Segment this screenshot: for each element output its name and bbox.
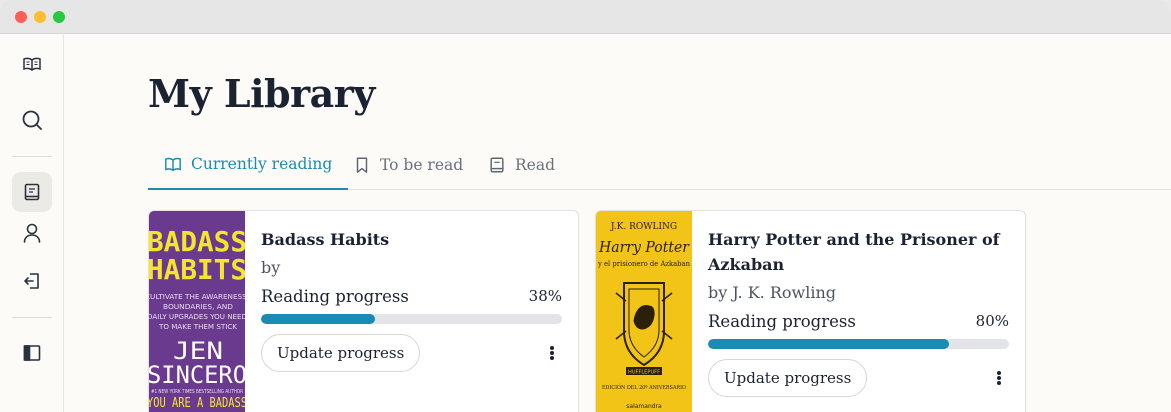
book-card-body: Badass Habits by Reading progress 38% Up… — [261, 227, 562, 372]
page-title: My Library — [148, 71, 375, 116]
book-cover: J.K. ROWLING Harry Potter y el prisioner… — [596, 211, 692, 412]
progress-bar — [708, 339, 1009, 349]
sidebar-toggle-button[interactable] — [12, 333, 52, 373]
progress-percent: 80% — [975, 312, 1009, 330]
tab-label: Read — [515, 156, 556, 174]
minimize-window-button[interactable] — [34, 11, 46, 23]
cover-subtitle-line: y el prisionero de Azkaban — [597, 260, 690, 268]
sidebar-item-library[interactable] — [12, 172, 52, 212]
book-cover: BADASS HABITS CULTIVATE THE AWARENESS, B… — [149, 211, 245, 412]
sidebar-item-search[interactable] — [12, 100, 52, 140]
progress-bar-fill — [708, 339, 949, 349]
close-window-button[interactable] — [15, 11, 27, 23]
cover-subtitle-line: DAILY UPGRADES YOU NEED — [149, 313, 245, 321]
closed-book-icon — [490, 157, 504, 173]
card-actions: Update progress — [261, 334, 562, 372]
progress-bar — [261, 314, 562, 324]
cover-edition-line: EDICIÓN DEL 20º ANIVERSARIO — [602, 383, 686, 391]
cover-title-line: HABITS — [149, 253, 245, 286]
maximize-window-button[interactable] — [53, 11, 65, 23]
search-icon — [22, 110, 42, 130]
tab-label: Currently reading — [191, 155, 333, 173]
more-options-icon[interactable] — [546, 344, 558, 362]
progress-row: Reading progress 80% — [708, 312, 1009, 334]
cover-tagline: YOU ARE A BADASS — [149, 396, 245, 411]
progress-bar-fill — [261, 314, 376, 324]
book-title[interactable]: Harry Potter and the Prisoner of Azkaban — [708, 227, 1009, 277]
library-tabs: Currently reading To be read Read — [148, 140, 1171, 190]
tab-read[interactable]: Read — [488, 140, 555, 190]
cover-tagline: #1 NEW YORK TIMES BESTSELLING AUTHOR — [151, 389, 243, 395]
cover-subtitle-line: CULTIVATE THE AWARENESS, — [149, 293, 245, 301]
sidebar-item-logout[interactable] — [12, 261, 52, 301]
book-title[interactable]: Badass Habits — [261, 227, 562, 252]
tab-label: To be read — [380, 156, 464, 174]
title-bar — [0, 0, 1171, 34]
book-card[interactable]: J.K. ROWLING Harry Potter y el prisioner… — [595, 210, 1026, 412]
tab-to-be-read[interactable]: To be read — [353, 140, 463, 190]
bookmark-icon — [356, 157, 368, 173]
sidebar-divider — [12, 156, 52, 157]
sidebar — [0, 35, 64, 412]
progress-row: Reading progress 38% — [261, 287, 562, 309]
app-window: My Library Currently reading To be read — [0, 0, 1171, 412]
tab-currently-reading[interactable]: Currently reading — [148, 140, 349, 190]
cover-title-line: Harry Potter — [598, 238, 690, 256]
book-author: by J. K. Rowling — [708, 283, 836, 302]
cover-author-line: J.K. ROWLING — [610, 222, 677, 232]
progress-label: Reading progress — [708, 312, 856, 331]
book-card[interactable]: BADASS HABITS CULTIVATE THE AWARENESS, B… — [148, 210, 579, 412]
sidebar-toggle-icon — [23, 345, 41, 361]
cover-author-line: SINCERO — [149, 361, 245, 389]
book-author: by — [261, 258, 281, 277]
progress-percent: 38% — [528, 287, 562, 305]
main-content: My Library Currently reading To be read — [64, 35, 1171, 412]
logout-icon — [24, 273, 39, 289]
open-book-icon — [165, 157, 181, 172]
update-progress-button[interactable]: Update progress — [261, 334, 421, 372]
cover-house-label: HUFFLEPUFF — [628, 370, 660, 376]
progress-label: Reading progress — [261, 287, 409, 306]
book-card-body: Harry Potter and the Prisoner of Azkaban… — [708, 227, 1009, 397]
cover-publisher: salamandra — [626, 403, 662, 410]
open-book-icon — [23, 57, 41, 71]
card-actions: Update progress — [708, 359, 1009, 397]
sidebar-divider — [12, 317, 52, 318]
library-book-icon — [24, 183, 40, 201]
cover-subtitle-line: TO MAKE THEM STICK — [158, 323, 237, 331]
update-progress-button[interactable]: Update progress — [708, 359, 868, 397]
sidebar-item-profile[interactable] — [12, 213, 52, 253]
sidebar-item-home[interactable] — [12, 44, 52, 84]
cover-subtitle-line: BOUNDARIES, AND — [163, 303, 233, 311]
more-options-icon[interactable] — [993, 369, 1005, 387]
user-icon — [23, 223, 41, 243]
